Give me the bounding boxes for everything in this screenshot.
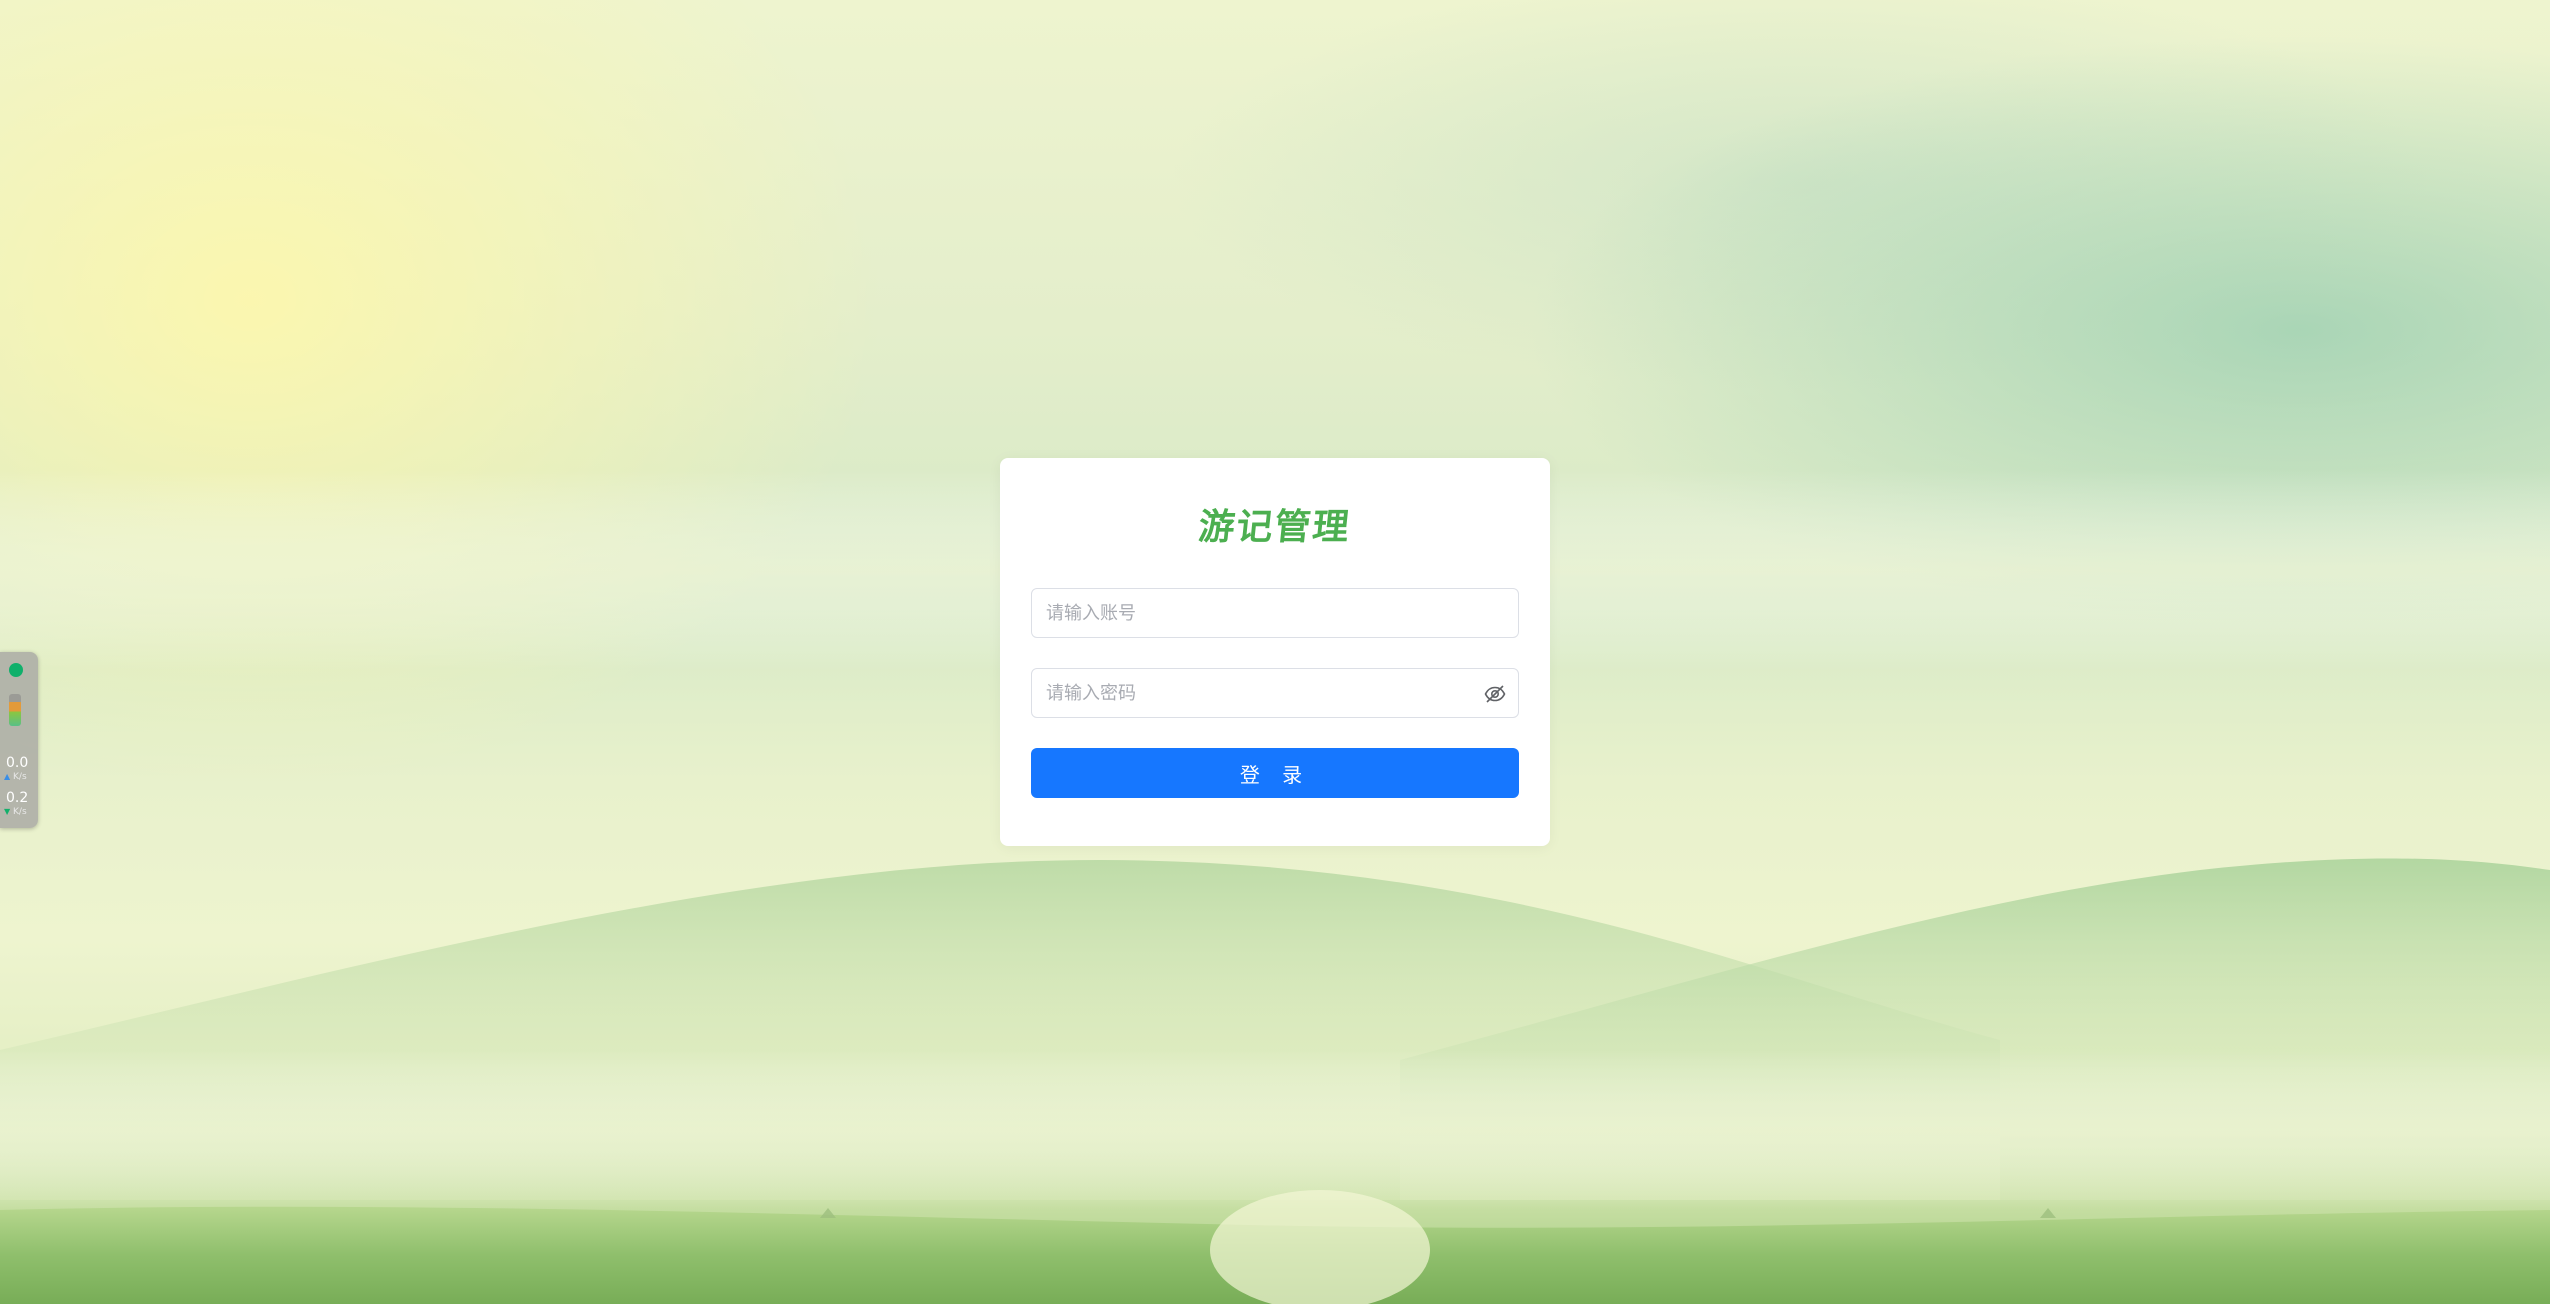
username-input[interactable] (1032, 589, 1518, 637)
password-field[interactable] (1031, 668, 1519, 718)
login-card: 游记管理 登 录 (1000, 458, 1550, 846)
eye-off-icon[interactable] (1484, 684, 1506, 704)
download-arrow-icon: ▼ (4, 807, 11, 816)
upload-unit-label: K/s (13, 772, 27, 782)
status-dot (9, 663, 23, 677)
usage-bar (9, 694, 21, 726)
download-unit-label: K/s (13, 807, 27, 817)
download-speed-unit: ▼ K/s (4, 807, 34, 817)
login-title: 游记管理 (1196, 507, 1353, 548)
system-monitor-widget[interactable]: 0.0 ▲ K/s 0.2 ▼ K/s (0, 652, 38, 828)
upload-speed-value: 0.0 (6, 755, 29, 771)
username-field[interactable] (1031, 588, 1519, 638)
upload-arrow-icon: ▲ (4, 772, 11, 781)
upload-speed-unit: ▲ K/s (4, 772, 34, 782)
password-input[interactable] (1032, 669, 1518, 717)
login-button[interactable]: 登 录 (1031, 748, 1519, 798)
download-speed-value: 0.2 (6, 790, 29, 806)
